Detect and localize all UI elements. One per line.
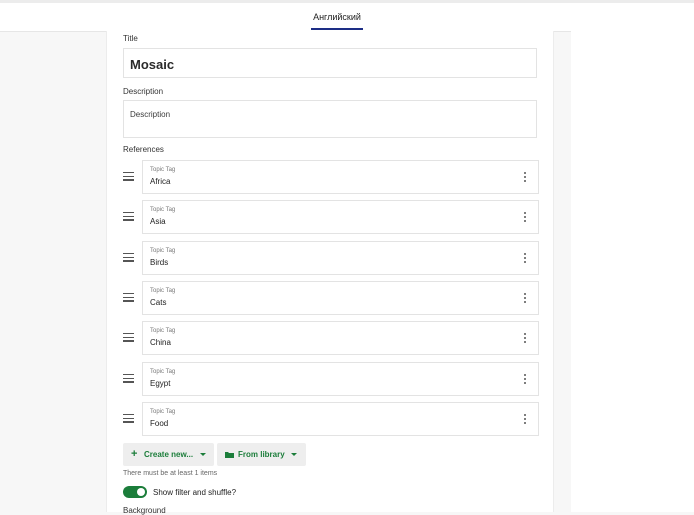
kebab-menu-icon[interactable]	[524, 212, 527, 224]
reference-value: Food	[150, 419, 169, 428]
reference-value: Egypt	[150, 379, 171, 388]
drag-handle-icon[interactable]	[123, 374, 134, 383]
from-library-button[interactable]: From library	[217, 443, 306, 466]
kebab-menu-icon[interactable]	[524, 253, 527, 265]
reference-card[interactable]: Topic Tag Africa	[142, 160, 539, 194]
toggle-knob	[137, 488, 145, 496]
title-field[interactable]: Mosaic	[123, 48, 537, 78]
reference-card[interactable]: Topic Tag Birds	[142, 241, 539, 275]
references-label: References	[123, 145, 164, 154]
tab-active-indicator	[311, 28, 363, 30]
reference-row: Topic Tag Egypt	[118, 362, 539, 396]
create-new-button[interactable]: + Create new...	[123, 443, 214, 466]
background-label: Background	[123, 506, 166, 515]
title-value: Mosaic	[130, 57, 175, 72]
reference-type: Topic Tag	[150, 369, 176, 375]
caret-down-icon	[200, 453, 206, 456]
reference-card[interactable]: Topic Tag China	[142, 321, 539, 355]
description-field[interactable]: Description	[123, 100, 537, 138]
drag-handle-icon[interactable]	[123, 212, 134, 221]
reference-row: Topic Tag Africa	[118, 160, 539, 194]
reference-type: Topic Tag	[150, 409, 176, 415]
reference-row: Topic Tag Birds	[118, 241, 539, 275]
description-value: Description	[130, 110, 171, 119]
reference-value: China	[150, 338, 171, 347]
reference-value: Birds	[150, 258, 169, 267]
plus-icon: +	[131, 448, 138, 460]
drag-handle-icon[interactable]	[123, 333, 134, 342]
reference-type: Topic Tag	[150, 248, 176, 254]
reference-row: Topic Tag Asia	[118, 200, 539, 234]
toggle-label: Show filter and shuffle?	[153, 488, 237, 497]
side-panel	[571, 31, 694, 512]
reference-row: Topic Tag Cats	[118, 281, 539, 315]
reference-card[interactable]: Topic Tag Cats	[142, 281, 539, 315]
reference-row: Topic Tag Food	[118, 402, 539, 436]
kebab-menu-icon[interactable]	[524, 333, 527, 345]
caret-down-icon	[291, 453, 297, 456]
reference-row: Topic Tag China	[118, 321, 539, 355]
reference-type: Topic Tag	[150, 328, 176, 334]
reference-value: Cats	[150, 298, 167, 307]
reference-type: Topic Tag	[150, 207, 176, 213]
kebab-menu-icon[interactable]	[524, 414, 527, 426]
title-label: Title	[123, 34, 138, 43]
description-label: Description	[123, 87, 164, 96]
drag-handle-icon[interactable]	[123, 253, 134, 262]
from-library-label: From library	[238, 450, 285, 459]
kebab-menu-icon[interactable]	[524, 293, 527, 305]
filter-shuffle-toggle[interactable]	[123, 486, 147, 498]
reference-card[interactable]: Topic Tag Food	[142, 402, 539, 436]
folder-icon	[225, 452, 234, 458]
drag-handle-icon[interactable]	[123, 293, 134, 302]
validation-hint: There must be at least 1 items	[123, 470, 218, 477]
kebab-menu-icon[interactable]	[524, 374, 527, 386]
reference-type: Topic Tag	[150, 288, 176, 294]
kebab-menu-icon[interactable]	[524, 172, 527, 184]
reference-card[interactable]: Topic Tag Asia	[142, 200, 539, 234]
drag-handle-icon[interactable]	[123, 414, 134, 423]
create-new-label: Create new...	[144, 450, 194, 459]
reference-value: Asia	[150, 217, 166, 226]
drag-handle-icon[interactable]	[123, 172, 134, 181]
tab-language[interactable]: Английский	[311, 3, 363, 31]
reference-value: Africa	[150, 177, 171, 186]
reference-card[interactable]: Topic Tag Egypt	[142, 362, 539, 396]
reference-type: Topic Tag	[150, 167, 176, 173]
